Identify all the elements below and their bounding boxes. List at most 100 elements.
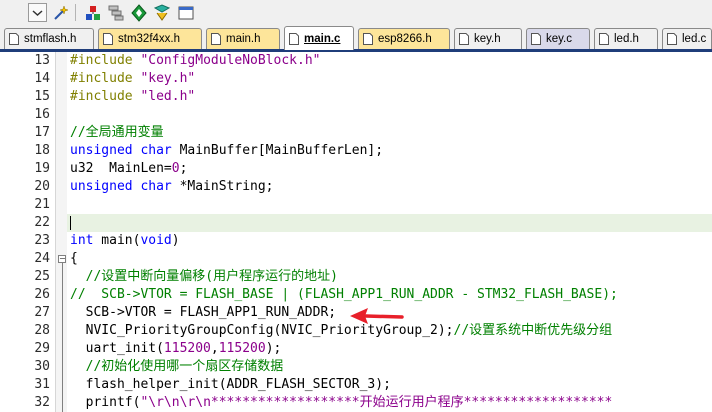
code-token: //初始化使用哪一个扇区存储数据: [70, 359, 284, 374]
code-token: //全局通用变量: [70, 125, 164, 140]
code-line[interactable]: 13 #include "ConfigModuleNoBlock.h": [0, 52, 712, 70]
code-line[interactable]: 23 int main(void): [0, 232, 712, 250]
tab-led-h[interactable]: led.h: [594, 28, 658, 49]
code-token: u32 MainLen=: [70, 161, 172, 176]
tab-label: key.h: [474, 33, 501, 45]
code-line[interactable]: 31 flash_helper_init(ADDR_FLASH_SECTOR_3…: [0, 376, 712, 394]
code-text: u32 MainLen=0;: [70, 160, 187, 178]
file-icon: [211, 33, 221, 45]
tab-led-c[interactable]: led.c: [662, 28, 712, 49]
code-token: flash_helper_init(ADDR_FLASH_SECTOR_3);: [70, 377, 391, 392]
line-number: 31: [34, 377, 50, 392]
code-token: #include: [70, 53, 141, 68]
code-text: #include "key.h": [70, 70, 195, 88]
code-token: // SCB->VTOR = FLASH_BASE | (FLASH_APP1_…: [70, 287, 618, 302]
code-token: unsigned char: [70, 143, 172, 158]
code-token: #include: [70, 71, 141, 86]
code-editor[interactable]: − 13 #include "ConfigModuleNoBlock.h" 14 #i…: [0, 52, 712, 412]
code-token: 115200: [218, 341, 266, 356]
line-number: 26: [34, 287, 50, 302]
code-line[interactable]: 25 //设置中断向量偏移(用户程序运行的地址): [0, 268, 712, 286]
code-line[interactable]: 30 //初始化使用哪一个扇区存储数据: [0, 358, 712, 376]
tab-label: main.h: [226, 33, 261, 45]
line-number: 16: [34, 107, 50, 122]
dropdown-arrow-icon[interactable]: [28, 3, 47, 22]
filter-icon[interactable]: [152, 3, 171, 22]
code-token: *MainString;: [171, 179, 274, 194]
tab-esp8266-h[interactable]: esp8266.h: [358, 28, 450, 49]
code-token: 115200: [163, 341, 211, 356]
code-text: printf("\r\n\r\n*******************开始运行用…: [70, 394, 613, 412]
code-token: printf(: [70, 395, 141, 410]
code-token: "led.h": [140, 89, 196, 104]
code-token: MainBuffer[MainBufferLen];: [171, 143, 384, 158]
tab-key-c[interactable]: key.c: [526, 28, 590, 49]
code-text: unsigned char *MainString;: [70, 178, 274, 196]
code-token: ;: [179, 161, 188, 176]
file-icon: [531, 33, 541, 45]
annotation-arrow-icon: [350, 308, 404, 324]
code-text: SCB->VTOR = FLASH_APP1_RUN_ADDR;: [70, 304, 336, 322]
tab-label: main.c: [304, 32, 341, 45]
line-number: 13: [34, 53, 50, 68]
code-token: int: [70, 233, 94, 248]
wand-icon[interactable]: [51, 3, 70, 22]
code-text: #include "led.h": [70, 88, 195, 106]
code-token: ,: [210, 341, 219, 356]
code-token: //设置中断向量偏移(用户程序运行的地址): [70, 269, 338, 284]
code-token: {: [70, 251, 78, 266]
line-number: 23: [34, 233, 50, 248]
line-number: 32: [34, 395, 50, 410]
code-line[interactable]: 21: [0, 196, 712, 214]
line-number: 15: [34, 89, 50, 104]
code-text: //全局通用变量: [70, 124, 164, 142]
code-line[interactable]: 14 #include "key.h": [0, 70, 712, 88]
code-token: //设置系统中断优先级分组: [453, 323, 613, 338]
file-icon: [459, 33, 469, 45]
file-icon: [363, 33, 373, 45]
tab-main-c[interactable]: main.c: [284, 26, 354, 50]
diamond-icon[interactable]: [129, 3, 148, 22]
pin-icon[interactable]: [83, 3, 102, 22]
code-text: // SCB->VTOR = FLASH_BASE | (FLASH_APP1_…: [70, 286, 618, 304]
code-line[interactable]: 19 u32 MainLen=0;: [0, 160, 712, 178]
code-line[interactable]: 20 unsigned char *MainString;: [0, 178, 712, 196]
line-number: 29: [34, 341, 50, 356]
code-text: #include "ConfigModuleNoBlock.h": [70, 52, 320, 70]
toolbar: [0, 0, 712, 25]
line-number: 28: [34, 323, 50, 338]
code-line[interactable]: 15 #include "led.h": [0, 88, 712, 106]
code-token: unsigned char: [70, 179, 172, 194]
code-text: {: [70, 250, 78, 268]
tab-stm32f4xx-h[interactable]: stm32f4xx.h: [98, 28, 202, 49]
code-token: );: [265, 341, 282, 356]
code-text: NVIC_PriorityGroupConfig(NVIC_PriorityGr…: [70, 322, 613, 340]
line-number: 21: [34, 197, 50, 212]
code-text: uart_init(115200,115200);: [70, 340, 282, 358]
code-line[interactable]: 29 uart_init(115200,115200);: [0, 340, 712, 358]
code-token: "\r\n\r\n*******************开始运行用户程序****…: [140, 395, 613, 410]
code-line[interactable]: 26 // SCB->VTOR = FLASH_BASE | (FLASH_APP…: [0, 286, 712, 304]
code-line[interactable]: 16: [0, 106, 712, 124]
code-line[interactable]: 18 unsigned char MainBuffer[MainBufferLen…: [0, 142, 712, 160]
stack-icon[interactable]: [106, 3, 125, 22]
tab-stmflash-h[interactable]: stmflash.h: [4, 28, 94, 49]
file-icon: [103, 33, 113, 45]
code-line[interactable]: 22: [0, 214, 712, 232]
code-token: void: [140, 233, 172, 248]
tab-key-h[interactable]: key.h: [454, 28, 522, 49]
tab-main-h[interactable]: main.h: [206, 28, 280, 49]
code-token: "ConfigModuleNoBlock.h": [140, 53, 321, 68]
code-text: int main(void): [70, 232, 180, 250]
code-text: //初始化使用哪一个扇区存储数据: [70, 358, 284, 376]
code-line[interactable]: 17 //全局通用变量: [0, 124, 712, 142]
line-number: 25: [34, 269, 50, 284]
code-token: 0: [171, 161, 180, 176]
file-icon: [667, 33, 677, 45]
line-number: 24: [34, 251, 50, 266]
code-line[interactable]: 24 {: [0, 250, 712, 268]
code-line[interactable]: 32 printf("\r\n\r\n*******************开始…: [0, 394, 712, 412]
window-icon[interactable]: [176, 3, 195, 22]
code-text: flash_helper_init(ADDR_FLASH_SECTOR_3);: [70, 376, 391, 394]
toolbar-separator: [75, 4, 76, 21]
